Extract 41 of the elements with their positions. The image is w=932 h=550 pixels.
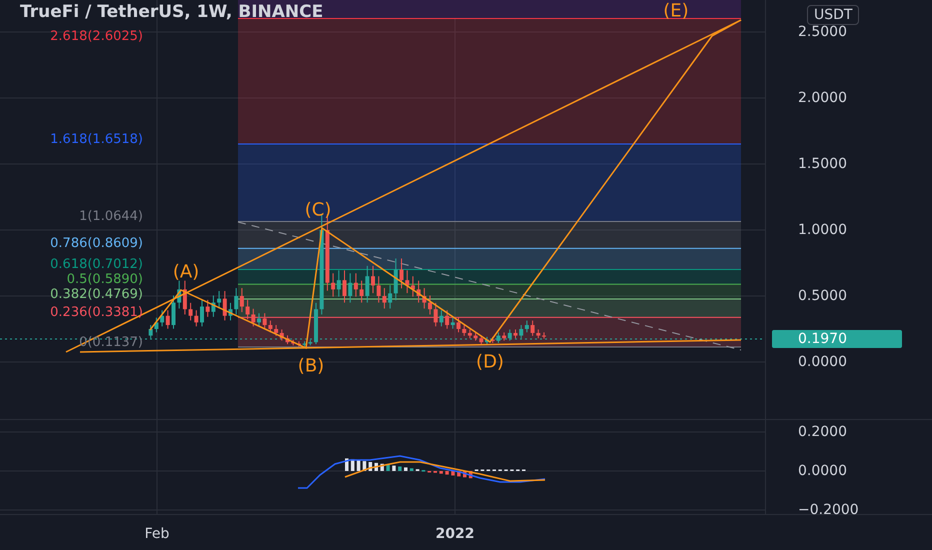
fibonacci-level-label: 0.5(0.5890) <box>66 272 143 288</box>
candlestick <box>200 299 204 327</box>
candlestick <box>286 334 290 345</box>
macd-axis-label: 0.2000 <box>798 424 847 440</box>
last-price-badge: 0.1970 <box>772 330 902 348</box>
candlestick <box>514 328 518 339</box>
fibonacci-level-label: 0.786(0.8609) <box>50 236 143 252</box>
price-axis-label: 0.0000 <box>798 354 847 370</box>
price-axis-label: 0.5000 <box>798 288 847 304</box>
wave-label: (E) <box>663 0 689 22</box>
wave-label: (A) <box>172 262 200 282</box>
wave-label: (D) <box>476 352 504 372</box>
fibonacci-level-label: 2.618(2.6025) <box>50 29 143 44</box>
price-axis-label: 2.5000 <box>798 24 847 40</box>
fibonacci-level-label: 0.382(0.4769) <box>50 287 143 302</box>
symbol-title: TrueFi / TetherUS, 1W, BINANCE <box>20 2 324 22</box>
price-axis-label: 1.0000 <box>798 222 847 238</box>
time-axis-label: Feb <box>144 526 170 542</box>
candlestick <box>172 294 176 330</box>
candlestick <box>428 294 432 315</box>
candlestick <box>371 265 375 294</box>
candlestick <box>542 332 546 340</box>
fibonacci-level-label: 1.618(1.6518) <box>50 132 143 147</box>
fibonacci-level-label: 0.236(0.3381) <box>50 305 143 320</box>
price-axis-label: 1.5000 <box>798 156 847 172</box>
candlestick <box>456 317 460 333</box>
wave-label: (B) <box>298 356 324 376</box>
candlestick <box>485 336 489 345</box>
wave-label: (C) <box>304 200 332 220</box>
candlestick <box>400 258 404 289</box>
fibonacci-level-label: 1(1.0644) <box>79 209 143 224</box>
candlestick <box>314 302 318 345</box>
price-axis-label: 2.0000 <box>798 90 847 106</box>
macd-axis-label: −0.2000 <box>798 502 859 518</box>
macd-axis-label: 0.0000 <box>798 463 847 479</box>
candlestick <box>257 312 261 327</box>
fibonacci-level-label: 0.618(0.7012) <box>50 257 143 272</box>
candlestick <box>342 270 346 304</box>
currency-button[interactable]: USDT <box>807 5 860 25</box>
time-axis-label: 2022 <box>436 526 474 542</box>
candlestick <box>228 302 232 321</box>
